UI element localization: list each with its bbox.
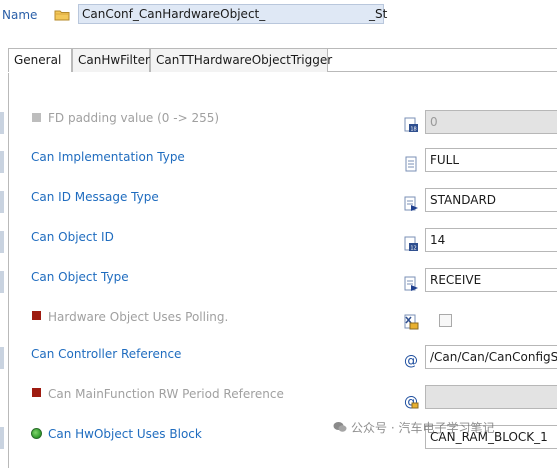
disabled-marker-icon: [32, 388, 41, 397]
left-edge-marker: [0, 271, 4, 293]
name-value-suffix: _St: [369, 7, 388, 21]
document-param-icon: [405, 156, 417, 172]
disabled-marker-icon: [32, 311, 41, 320]
watermark-text: 公众号 · 汽车电子学习笔记: [351, 421, 495, 435]
can-object-type-label[interactable]: Can Object Type: [31, 270, 129, 284]
numeric-param-icon: 18: [404, 117, 418, 133]
active-tab-gap: [8, 72, 72, 73]
can-mainfunction-rw-period-reference-label: Can MainFunction RW Period Reference: [48, 387, 284, 401]
left-edge-marker: [0, 347, 4, 369]
disabled-marker-icon: [32, 113, 41, 122]
enum-param-icon: [404, 196, 418, 211]
fd-padding-input[interactable]: 0: [425, 110, 557, 134]
can-id-message-type-value[interactable]: STANDARD: [425, 188, 557, 212]
reference-param-icon: @: [404, 394, 419, 409]
folder-icon: [54, 10, 70, 21]
can-hwobject-uses-block-label[interactable]: Can HwObject Uses Block: [48, 427, 202, 441]
reference-param-icon: @: [404, 353, 418, 368]
left-edge-marker: [0, 191, 4, 213]
can-implementation-type-value[interactable]: FULL: [425, 148, 557, 172]
name-value-prefix: CanConf_CanHardwareObject_: [82, 7, 266, 21]
numeric-param-icon: 12: [404, 236, 418, 252]
enabled-marker-icon: [31, 428, 42, 439]
svg-text:@: @: [404, 353, 418, 368]
left-edge-marker: [0, 427, 4, 449]
can-controller-reference-value[interactable]: /Can/Can/CanConfigS: [425, 345, 557, 369]
boolean-param-icon: [404, 314, 419, 330]
left-edge-marker: [0, 231, 4, 253]
left-edge-marker: [0, 151, 4, 173]
enum-param-icon: [404, 276, 418, 291]
svg-text:12: 12: [410, 246, 416, 252]
left-edge-marker: [0, 112, 4, 134]
svg-text:18: 18: [410, 127, 416, 133]
can-object-id-value[interactable]: 14: [425, 228, 557, 252]
name-label: Name: [2, 8, 38, 22]
can-mainfunction-rw-period-reference-input[interactable]: [425, 385, 557, 409]
can-controller-reference-label[interactable]: Can Controller Reference: [31, 347, 181, 361]
tab-canhwfilter[interactable]: CanHwFilter: [72, 48, 150, 72]
can-implementation-type-label[interactable]: Can Implementation Type: [31, 150, 185, 164]
can-object-type-value[interactable]: RECEIVE: [425, 268, 557, 292]
hardware-object-uses-polling-label: Hardware Object Uses Polling.: [48, 310, 229, 324]
can-object-id-label[interactable]: Can Object ID: [31, 230, 114, 244]
fd-padding-label: FD padding value (0 -> 255): [48, 111, 220, 125]
wechat-icon: [333, 422, 347, 432]
tab-strip-divider: [328, 71, 557, 72]
can-id-message-type-label[interactable]: Can ID Message Type: [31, 190, 159, 204]
tab-canttharwareobjecttrigger[interactable]: CanTTHardwareObjectTrigger: [150, 48, 332, 72]
hardware-object-uses-polling-checkbox[interactable]: [439, 314, 452, 327]
tab-general[interactable]: General: [8, 48, 72, 73]
